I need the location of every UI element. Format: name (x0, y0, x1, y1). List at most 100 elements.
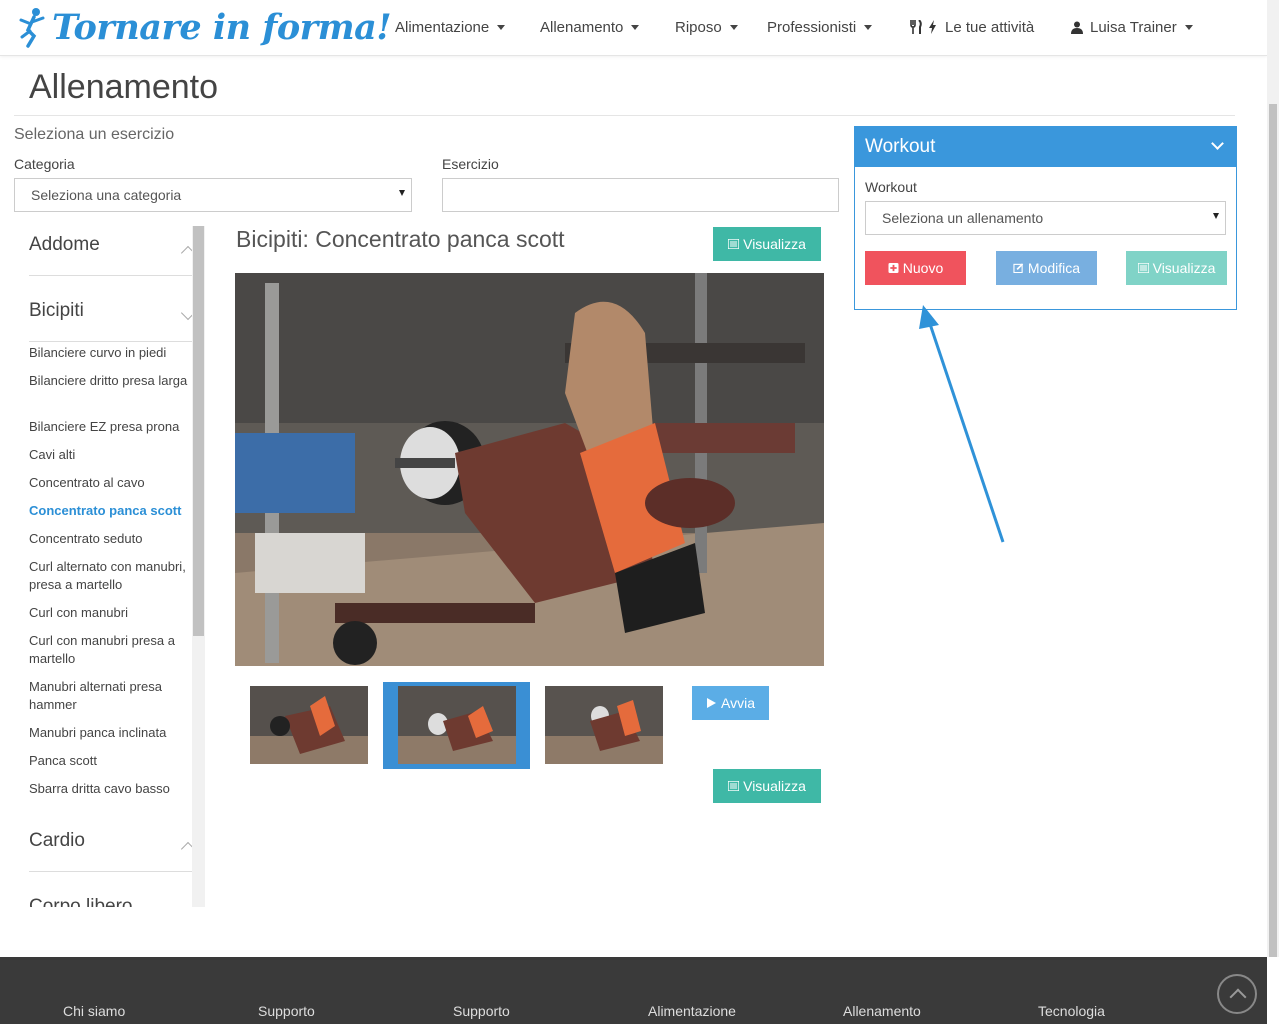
chevron-down-icon[interactable] (1211, 137, 1224, 150)
workout-panel-header[interactable]: Workout (855, 127, 1236, 167)
nav-riposo-label: Riposo (675, 18, 722, 36)
play-label: Avvia (721, 695, 755, 711)
list-icon (728, 781, 740, 791)
nav-alimentazione[interactable]: Alimentazione (395, 0, 506, 54)
list-icon (728, 239, 740, 249)
new-workout-button[interactable]: Nuovo (865, 251, 966, 285)
sidebar-exercise[interactable]: Curl alternato con manubri, presa a mart… (29, 558, 194, 594)
footer-col-tecnologia[interactable]: Tecnologia (1038, 1003, 1105, 1019)
sidebar-category-addome[interactable]: Addome (29, 234, 196, 276)
edit-workout-button[interactable]: Modifica (996, 251, 1097, 285)
workout-select[interactable]: Seleziona un allenamento (865, 201, 1226, 235)
edit-icon (1013, 263, 1024, 273)
user-icon (1071, 21, 1083, 34)
exercise-selector-heading: Seleziona un esercizio (14, 126, 175, 143)
sidebar-exercise[interactable]: Bilanciere EZ presa prona (29, 418, 194, 436)
sidebar-exercise[interactable]: Curl con manubri presa a martello (29, 632, 194, 668)
bolt-icon (929, 20, 936, 34)
sidebar-exercise[interactable]: Bilanciere curvo in piedi (29, 344, 194, 362)
sidebar-scrollbar-thumb[interactable] (193, 226, 204, 636)
view-exercise-label: Visualizza (743, 236, 806, 252)
play-button[interactable]: Avvia (692, 686, 769, 720)
sidebar-exercise[interactable]: Manubri panca inclinata (29, 724, 194, 742)
runner-icon (19, 8, 45, 48)
nav-alimentazione-label: Alimentazione (395, 18, 490, 36)
nav-allenamento-label: Allenamento (540, 18, 624, 36)
category-label: Cardio (29, 830, 85, 851)
nav-professionisti[interactable]: Professionisti (767, 0, 873, 54)
page-scrollbar[interactable] (1267, 0, 1279, 957)
view-workout-label: Visualizza (1152, 260, 1216, 276)
page-scrollbar-thumb[interactable] (1269, 104, 1277, 957)
category-label: Bicipiti (29, 300, 84, 321)
brand-name[interactable]: Tornare in forma! (52, 7, 392, 48)
exercise-title: Bicipiti: Concentrato panca scott (236, 226, 565, 252)
thumbnail-1[interactable] (250, 686, 368, 764)
category-label: Addome (29, 234, 100, 255)
thumbnail-3[interactable] (545, 686, 663, 764)
page-title: Allenamento (29, 68, 219, 106)
sidebar-category-corpo-libero[interactable]: Corpo libero (29, 896, 193, 907)
view-exercise-button-bottom[interactable]: Visualizza (713, 769, 821, 803)
nav-riposo[interactable]: Riposo (675, 0, 738, 54)
back-to-top-button[interactable] (1217, 974, 1257, 1014)
sidebar-category-cardio[interactable]: Cardio (29, 830, 196, 872)
nav-attivita[interactable]: Le tue attività (910, 0, 1034, 54)
footer-col-allenamento[interactable]: Allenamento (843, 1003, 921, 1019)
caret-down-icon (864, 24, 873, 30)
exercise-sidebar: Addome Bicipiti Bilanciere curvo in pied… (14, 226, 206, 907)
workout-panel: Workout Workout Seleziona un allenamento… (854, 126, 1237, 310)
category-label: Categoria (14, 156, 75, 172)
footer-col-supporto[interactable]: Supporto (258, 1003, 315, 1019)
footer-col-chi-siamo[interactable]: Chi siamo (63, 1003, 125, 1019)
caret-down-icon (729, 24, 738, 30)
edit-workout-label: Modifica (1027, 260, 1081, 276)
thumbnail-2[interactable] (398, 686, 516, 764)
view-exercise-label: Visualizza (743, 778, 806, 794)
nav-professionisti-label: Professionisti (767, 18, 857, 36)
caret-down-icon (631, 24, 640, 30)
nav-user-label: Luisa Trainer (1090, 18, 1177, 36)
footer: Chi siamo Supporto Supporto Alimentazion… (0, 957, 1267, 1024)
sidebar-scrollbar[interactable] (192, 226, 205, 907)
annotation-arrow (919, 305, 1005, 543)
plus-square-icon (888, 263, 899, 273)
view-workout-button[interactable]: Visualizza (1126, 251, 1227, 285)
play-icon (707, 698, 716, 708)
footer-col-alimentazione[interactable]: Alimentazione (648, 1003, 736, 1019)
sidebar-exercise[interactable]: Bilanciere dritto presa larga (29, 372, 194, 390)
sidebar-exercise[interactable]: Panca scott (29, 752, 194, 770)
exercise-input[interactable] (442, 178, 839, 212)
sidebar-exercise[interactable]: Cavi alti (29, 446, 194, 464)
workout-field-label: Workout (865, 179, 917, 195)
sidebar-exercise[interactable]: Manubri alternati presa hammer (29, 678, 194, 714)
nav-user-menu[interactable]: Luisa Trainer (1071, 0, 1193, 54)
sidebar-exercise[interactable]: Concentrato al cavo (29, 474, 194, 492)
cutlery-icon (910, 20, 922, 34)
workout-select-value: Seleziona un allenamento (882, 210, 1044, 226)
footer-col-supporto[interactable]: Supporto (453, 1003, 510, 1019)
category-select-value: Seleziona una categoria (31, 187, 182, 203)
caret-down-icon (1184, 24, 1193, 30)
sidebar-exercise[interactable]: Concentrato seduto (29, 530, 194, 548)
select-arrow-icon (1213, 213, 1219, 219)
sidebar-exercise-active[interactable]: Concentrato panca scott (29, 502, 194, 520)
sidebar-category-bicipiti[interactable]: Bicipiti (29, 300, 196, 342)
sidebar-exercise[interactable]: Curl con manubri (29, 604, 194, 622)
view-exercise-button[interactable]: Visualizza (713, 227, 821, 261)
brand-logo[interactable]: Tornare in forma! (18, 4, 392, 50)
category-label: Corpo libero (29, 896, 133, 907)
exercise-main-image (235, 273, 824, 666)
exercise-label: Esercizio (442, 156, 499, 172)
sidebar-exercise[interactable]: Sbarra dritta cavo basso (29, 780, 194, 798)
category-select[interactable]: Seleziona una categoria (14, 178, 412, 212)
workout-panel-title: Workout (865, 136, 936, 157)
nav-attivita-label: Le tue attività (945, 18, 1035, 36)
nav-allenamento[interactable]: Allenamento (540, 0, 640, 54)
select-arrow-icon (399, 190, 405, 196)
title-divider (14, 115, 1235, 116)
top-navbar: Tornare in forma! Alimentazione Allename… (0, 0, 1267, 56)
caret-down-icon (497, 24, 506, 30)
list-icon (1137, 263, 1149, 273)
new-workout-label: Nuovo (902, 260, 944, 276)
